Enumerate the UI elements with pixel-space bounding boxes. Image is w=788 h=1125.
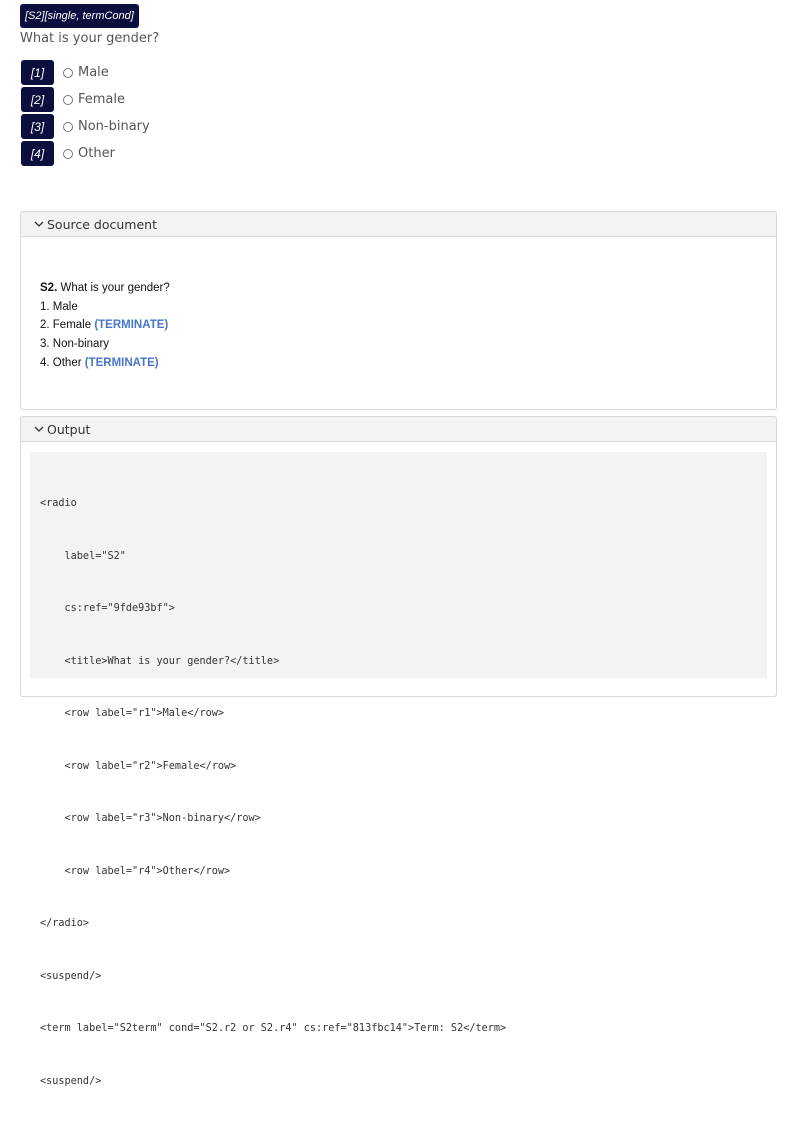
code-line: <suspend/> [40,1075,102,1087]
option-non-binary[interactable]: [3] Non-binary [21,114,150,139]
item-text: 4. Other [40,356,85,369]
option-label[interactable]: Non-binary [78,119,150,134]
code-line: <title>What is your gender?</title> [40,655,280,667]
source-item: 2. Female (TERMINATE) [40,316,776,335]
code-line: </radio> [40,918,90,929]
panel-title: Source document [47,216,157,232]
answer-options: [1] Male [2] Female [3] Non-binary [4] O… [21,60,150,168]
source-question: S2. What is your gender? [40,279,776,298]
panel-title: Output [47,421,91,437]
radio-button-icon[interactable] [63,121,73,132]
source-item: 1. Male [40,298,776,317]
option-number: [2] [21,87,54,112]
source-document-panel: Source document S2. What is your gender?… [20,211,777,410]
question-tag: [S2][single, termCond] [20,4,139,28]
code-line: label="S2" [40,550,126,562]
item-text: 3. Non-binary [40,338,110,351]
code-line: <row label="r4">Other</row> [40,865,231,877]
source-document-body: S2. What is your gender? 1. Male 2. Fema… [21,236,776,409]
output-body: <radio label="S2" cs:ref="9fde93bf"> <ti… [21,441,776,1087]
option-other[interactable]: [4] Other [21,141,150,166]
option-label[interactable]: Other [78,146,115,161]
radio-button-icon[interactable] [63,148,73,159]
source-item: 3. Non-binary [40,335,776,354]
code-block[interactable]: <radio label="S2" cs:ref="9fde93bf"> <ti… [30,452,767,1087]
question-text: What is your gender? [57,282,170,294]
source-document-toggle[interactable]: Source document [21,212,776,236]
item-text: 1. Male [40,300,78,313]
option-number: [3] [21,114,54,139]
code-line: cs:ref="9fde93bf"> [40,603,175,614]
code-line: <radio [40,498,77,509]
question-text: What is your gender? [20,31,160,46]
source-item: 4. Other (TERMINATE) [40,354,776,373]
option-female[interactable]: [2] Female [21,87,150,112]
code-line: <row label="r2">Female</row> [40,760,237,772]
output-panel: Output <radio label="S2" cs:ref="9fde93b… [20,416,777,1087]
terminate-flag: (TERMINATE) [84,356,159,369]
output-toggle[interactable]: Output [21,417,776,441]
chevron-down-icon [34,426,44,432]
code-line: <term label="S2term" cond="S2.r2 or S2.r… [40,1023,507,1034]
terminate-flag: (TERMINATE) [94,319,169,332]
radio-button-icon[interactable] [63,94,73,105]
chevron-down-icon [34,221,44,227]
option-label[interactable]: Female [78,92,125,107]
code-line: <row label="r1">Male</row> [40,708,225,719]
item-text: 2. Female [40,319,95,332]
radio-button-icon[interactable] [63,67,73,78]
option-male[interactable]: [1] Male [21,60,150,85]
option-label[interactable]: Male [78,65,109,80]
question-id: S2. [40,282,58,294]
code-line: <suspend/> [40,970,102,982]
option-number: [1] [21,60,54,85]
code-line: <row label="r3">Non-binary</row> [40,813,261,824]
option-number: [4] [21,141,54,166]
